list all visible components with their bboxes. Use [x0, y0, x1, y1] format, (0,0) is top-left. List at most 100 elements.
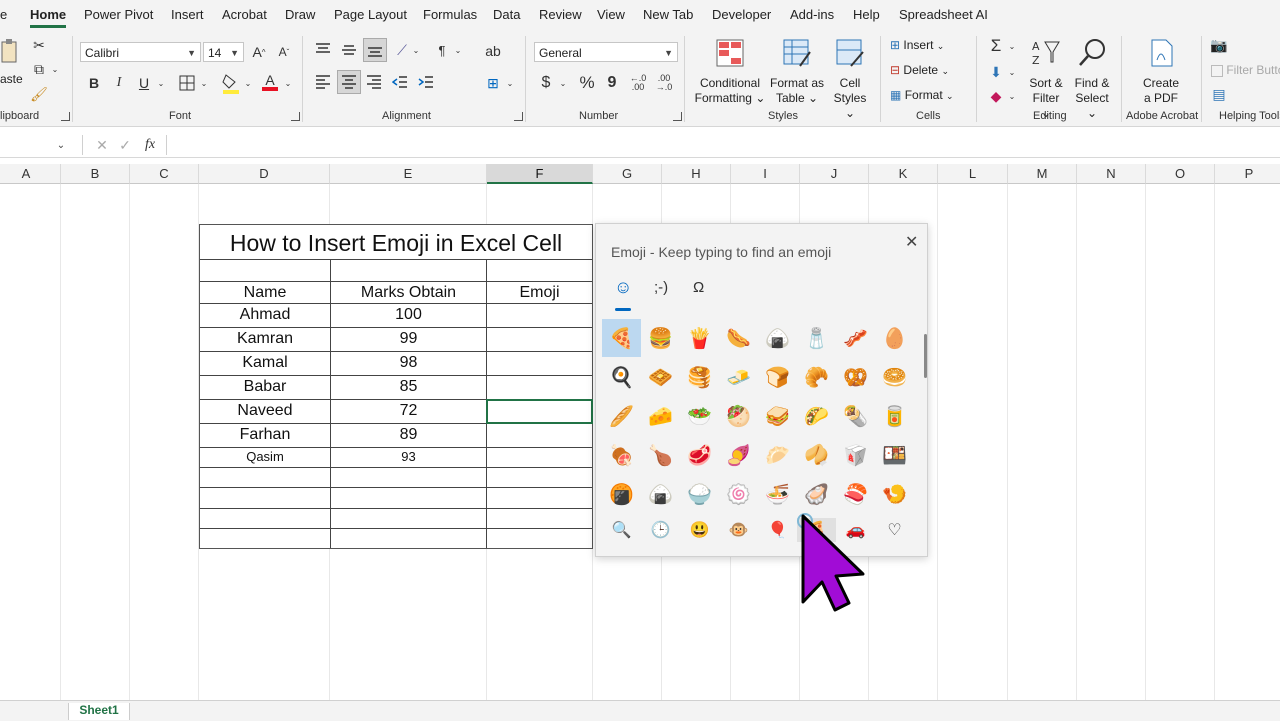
- emoji-item[interactable]: 🍞: [758, 358, 797, 396]
- font-size-select[interactable]: 14 ▼: [203, 42, 244, 62]
- search-icon[interactable]: 🔍: [602, 518, 641, 542]
- conditional-formatting-button[interactable]: Conditional Formatting ⌄: [694, 38, 766, 106]
- tab-add-ins[interactable]: Add-ins: [790, 7, 834, 22]
- emoji-item[interactable]: 🍣: [836, 475, 875, 513]
- column-header-m[interactable]: M: [1008, 164, 1077, 184]
- helping-tool-icon[interactable]: ▤: [1210, 85, 1228, 103]
- column-header-b[interactable]: B: [61, 164, 130, 184]
- decrease-indent-icon[interactable]: [390, 72, 410, 92]
- tab-view[interactable]: View: [597, 7, 625, 22]
- clear-dropdown-icon[interactable]: ⌄: [1006, 86, 1018, 106]
- emoji-item[interactable]: 🍠: [719, 436, 758, 474]
- emoji-item[interactable]: 🍘: [602, 475, 641, 513]
- grow-font-icon[interactable]: A ^: [250, 42, 268, 62]
- emoji-item[interactable]: 🥠: [797, 436, 836, 474]
- alignment-launcher-icon[interactable]: [514, 112, 523, 121]
- emoji-item[interactable]: 🌮: [797, 397, 836, 435]
- tab-home[interactable]: Home: [30, 7, 67, 28]
- name-cell[interactable]: Kamal: [200, 351, 330, 375]
- marks-cell[interactable]: 85: [331, 375, 486, 399]
- marks-cell[interactable]: 93: [331, 447, 486, 467]
- active-cell-selection[interactable]: [486, 399, 593, 424]
- name-cell[interactable]: Kamran: [200, 327, 330, 351]
- kaomoji-icon[interactable]: ;-): [654, 279, 668, 296]
- underline-dropdown-icon[interactable]: ⌄: [155, 73, 167, 93]
- copy-dropdown-icon[interactable]: ⌄: [50, 60, 60, 78]
- emoji-item[interactable]: 🥯: [875, 358, 914, 396]
- table-title[interactable]: How to Insert Emoji in Excel Cell: [200, 225, 592, 259]
- orientation-dropdown-icon[interactable]: ⌄: [410, 40, 422, 60]
- animals-icon[interactable]: 🐵: [719, 518, 758, 542]
- marks-cell[interactable]: 99: [331, 327, 486, 351]
- number-format-select[interactable]: General ▼: [534, 42, 678, 62]
- emoji-item[interactable]: 🥩: [680, 436, 719, 474]
- column-header-n[interactable]: N: [1077, 164, 1146, 184]
- column-header-g[interactable]: G: [593, 164, 662, 184]
- column-header-a[interactable]: A: [0, 164, 61, 184]
- align-bottom-icon[interactable]: [363, 38, 387, 62]
- font-name-select[interactable]: Calibri ▼: [80, 42, 201, 62]
- comma-style-button[interactable]: 9: [603, 73, 621, 93]
- emoji-item[interactable]: 🥫: [875, 397, 914, 435]
- tab-new-tab[interactable]: New Tab: [643, 7, 693, 22]
- tab-developer[interactable]: Developer: [712, 7, 771, 22]
- format-cells-button[interactable]: ▦ Format ⌄: [890, 88, 954, 102]
- autosum-dropdown-icon[interactable]: ⌄: [1006, 36, 1018, 56]
- name-box-dropdown-icon[interactable]: ⌄: [54, 135, 68, 155]
- font-color-dropdown-icon[interactable]: ⌄: [282, 73, 294, 93]
- emoji-item[interactable]: 🥖: [602, 397, 641, 435]
- emoji-item[interactable]: 🥙: [719, 397, 758, 435]
- emoji-item[interactable]: 🍙: [758, 319, 797, 357]
- decrease-decimal-icon[interactable]: .00 →.0: [653, 73, 675, 93]
- emoji-item[interactable]: 🥗: [680, 397, 719, 435]
- emoji-item[interactable]: 🥨: [836, 358, 875, 396]
- column-header-p[interactable]: P: [1215, 164, 1280, 184]
- heart-icon[interactable]: ♡: [875, 518, 914, 542]
- paste-label[interactable]: aste: [0, 72, 23, 86]
- percent-button[interactable]: %: [577, 73, 597, 93]
- fill-color-dropdown-icon[interactable]: ⌄: [242, 73, 254, 93]
- emoji-item[interactable]: 🌯: [836, 397, 875, 435]
- font-color-icon[interactable]: A: [260, 70, 280, 94]
- column-header-c[interactable]: C: [130, 164, 199, 184]
- emoji-item[interactable]: 🍳: [602, 358, 641, 396]
- emoji-item[interactable]: 🦪: [797, 475, 836, 513]
- emoji-item[interactable]: 🍖: [602, 436, 641, 474]
- paste-icon[interactable]: [0, 36, 20, 66]
- emoji-item[interactable]: 🍤: [875, 475, 914, 513]
- column-header-f[interactable]: F: [487, 164, 593, 184]
- celebration-icon[interactable]: 🎈: [758, 518, 797, 542]
- tab-review[interactable]: Review: [539, 7, 582, 22]
- emoji-item[interactable]: 🥓: [836, 319, 875, 357]
- wrap-text-icon[interactable]: ab: [482, 40, 504, 62]
- name-cell[interactable]: Qasim: [200, 447, 330, 467]
- emoji-item[interactable]: 🍱: [875, 436, 914, 474]
- smileys-icon[interactable]: 😃: [680, 518, 719, 542]
- emoji-item[interactable]: 🍜: [758, 475, 797, 513]
- tab-spreadsheet-ai[interactable]: Spreadsheet AI: [899, 7, 988, 22]
- tab-insert[interactable]: Insert: [171, 7, 204, 22]
- paragraph-dropdown-icon[interactable]: ⌄: [452, 40, 464, 60]
- header-emoji[interactable]: Emoji: [487, 281, 592, 303]
- marks-cell[interactable]: 89: [331, 423, 486, 447]
- emoji-item[interactable]: 🥐: [797, 358, 836, 396]
- sheet-tab-sheet1[interactable]: Sheet1: [68, 703, 130, 720]
- emoji-item[interactable]: 🍗: [641, 436, 680, 474]
- marks-cell[interactable]: 100: [331, 303, 486, 327]
- merge-center-icon[interactable]: ⊞: [482, 72, 504, 94]
- column-header-l[interactable]: L: [938, 164, 1008, 184]
- fill-color-icon[interactable]: [220, 72, 242, 94]
- column-header-d[interactable]: D: [199, 164, 330, 184]
- column-header-h[interactable]: H: [662, 164, 731, 184]
- align-top-icon[interactable]: [313, 40, 333, 60]
- name-cell[interactable]: Farhan: [200, 423, 330, 447]
- tab-formulas[interactable]: Formulas: [423, 7, 477, 22]
- emoji-item[interactable]: 🍙: [641, 475, 680, 513]
- tab-power-pivot[interactable]: Power Pivot: [84, 7, 153, 22]
- align-right-icon[interactable]: [364, 72, 384, 92]
- cell-styles-button[interactable]: Cell Styles ⌄: [828, 38, 872, 121]
- emoji-item[interactable]: 🍥: [719, 475, 758, 513]
- format-painter-icon[interactable]: 🖌: [30, 85, 48, 103]
- emoji-item[interactable]: 🧇: [641, 358, 680, 396]
- name-cell[interactable]: Ahmad: [200, 303, 330, 327]
